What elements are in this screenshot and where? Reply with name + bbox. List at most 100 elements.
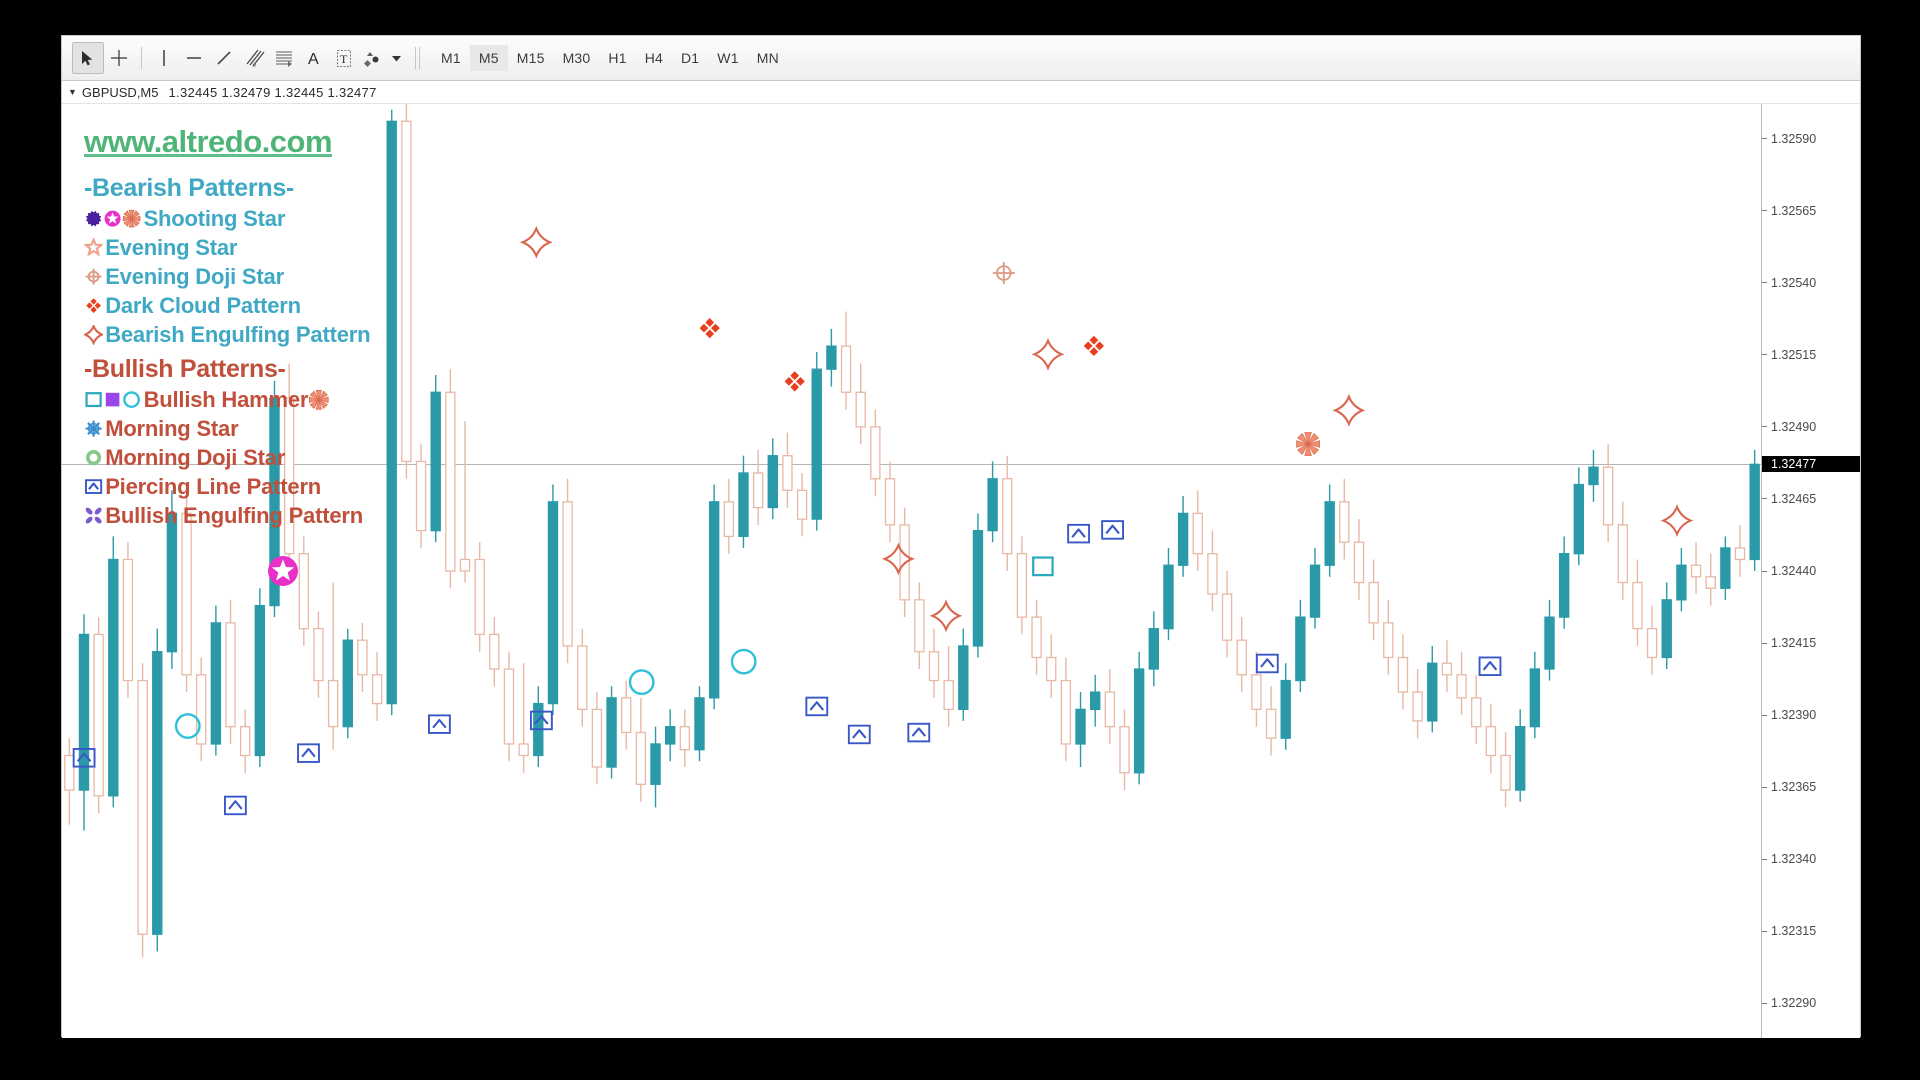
legend-item-shooting-star[interactable]: Shooting Star <box>84 206 285 232</box>
salmon-star-outline-icon <box>84 238 104 257</box>
price-axis-tick: 1.32365 <box>1762 780 1860 794</box>
trendline-tool[interactable] <box>209 43 239 73</box>
fibonacci-tool[interactable] <box>269 43 299 73</box>
text-label-tool[interactable]: T <box>329 43 359 73</box>
equidistant-channel-tool[interactable]: e <box>239 43 269 73</box>
objects-dropdown-arrow[interactable] <box>389 43 403 73</box>
objects-tool[interactable] <box>359 43 389 73</box>
blue-square-chevron-up-icon <box>1255 653 1279 674</box>
salmon-four-point-star-icon <box>84 325 104 345</box>
axis-tick-mark <box>1762 786 1767 788</box>
salmon-starburst-icon <box>1296 432 1320 456</box>
axis-tick-label: 1.32590 <box>1771 131 1817 146</box>
bearish-legend-header: -Bearish Patterns- <box>84 174 294 202</box>
legend-item-dark-cloud-pattern[interactable]: Dark Cloud Pattern <box>84 293 301 319</box>
axis-tick-label: 1.32390 <box>1771 708 1817 723</box>
axis-tick-label: 1.32415 <box>1771 636 1817 651</box>
axis-tick-mark <box>1762 210 1767 212</box>
legend-item-bearish-engulfing-pattern[interactable]: Bearish Engulfing Pattern <box>84 322 371 348</box>
svg-text:e: e <box>253 61 256 69</box>
blue-square-chevron-up-icon <box>847 724 871 745</box>
purple-pinwheel-icon <box>84 506 103 525</box>
purple-spiky-circle-icon <box>84 209 103 228</box>
axis-tick-label: 1.32540 <box>1771 275 1817 290</box>
legend-item-morning-doji-star[interactable]: Morning Doji Star <box>84 445 285 471</box>
legend-item-label: Dark Cloud Pattern <box>105 293 301 318</box>
altredo-banner[interactable]: www.altredo.com <box>84 124 333 160</box>
legend-item-bullish-engulfing-pattern[interactable]: Bullish Engulfing Pattern <box>84 503 363 529</box>
salmon-four-point-star-icon <box>84 325 104 345</box>
salmon-four-point-star-icon <box>1332 393 1366 427</box>
crosshair-icon <box>111 50 127 66</box>
magenta-circle-star-icon <box>268 556 298 586</box>
axis-tick-label: 1.32490 <box>1771 419 1817 434</box>
red-four-diamond-icon <box>84 296 103 315</box>
timeframe-m1[interactable]: M1 <box>432 45 470 71</box>
axis-tick-label: 1.32515 <box>1771 347 1817 362</box>
chart-plot[interactable]: www.altredo.com -Bearish Patterns- Shooti… <box>62 104 1761 1038</box>
purple-filled-square-icon <box>105 393 120 407</box>
legend-item-piercing-line-pattern[interactable]: Piercing Line Pattern <box>84 474 321 500</box>
svg-text:T: T <box>340 52 348 66</box>
timeframe-m30[interactable]: M30 <box>554 45 600 71</box>
blue-square-chevron-up-icon <box>1478 656 1502 677</box>
text-tool[interactable]: A <box>299 43 329 73</box>
axis-tick-label: 1.32315 <box>1771 924 1817 939</box>
red-four-diamond-icon <box>699 318 720 339</box>
vertical-line-icon <box>163 50 165 66</box>
timeframe-mn[interactable]: MN <box>748 45 788 71</box>
red-four-diamond-icon <box>86 298 101 314</box>
horizontal-line-tool[interactable] <box>179 43 209 73</box>
cyan-square-outline-icon <box>84 390 103 409</box>
timeframe-d1[interactable]: D1 <box>672 45 708 71</box>
axis-tick-mark <box>1762 570 1767 572</box>
salmon-starburst-icon <box>309 390 329 410</box>
red-four-diamond-icon <box>784 371 805 392</box>
price-axis-tick: 1.32390 <box>1762 708 1860 722</box>
pattern-marker-layer <box>72 225 1694 816</box>
price-axis-tick: 1.32415 <box>1762 636 1860 650</box>
triangle-down-icon[interactable]: ▼ <box>68 87 77 97</box>
arrow-cursor-icon <box>82 50 93 65</box>
cursor-tool[interactable] <box>72 42 104 74</box>
salmon-starburst-icon <box>122 209 141 228</box>
timeframe-h4[interactable]: H4 <box>636 45 672 71</box>
screen-background: e A T M1 M5 M15 M30 H1 H4 D1 W1 MN ▼ GBP… <box>0 0 1920 1080</box>
axis-tick-mark <box>1762 714 1767 716</box>
legend-item-evening-star[interactable]: Evening Star <box>84 235 237 261</box>
axis-tick-label: 1.32440 <box>1771 564 1817 578</box>
crosshair-tool[interactable] <box>104 43 134 73</box>
vertical-line-tool[interactable] <box>149 43 179 73</box>
salmon-four-point-star-icon <box>929 599 963 633</box>
legend-item-label: Bullish Engulfing Pattern <box>105 503 363 528</box>
purple-pinwheel-icon <box>85 508 102 524</box>
timeframe-m15[interactable]: M15 <box>508 45 554 71</box>
shapes-icon <box>364 52 379 67</box>
cyan-square-outline-icon <box>1032 556 1054 577</box>
legend-item-label: Evening Star <box>105 235 238 260</box>
blue-square-chevron-up-icon <box>297 743 320 763</box>
legend-item-label: Bearish Engulfing Pattern <box>105 322 371 347</box>
legend-item-label: Piercing Line Pattern <box>105 474 322 499</box>
axis-tick-mark <box>1762 858 1767 860</box>
legend-item-bullish-hammer[interactable]: Bullish Hammer <box>84 387 330 413</box>
magenta-circle-star-icon <box>104 211 121 227</box>
cyan-circle-outline-icon <box>123 391 141 409</box>
axis-tick-mark <box>1762 642 1767 644</box>
cyan-circle-outline-icon <box>122 390 141 409</box>
timeframe-w1[interactable]: W1 <box>708 45 747 71</box>
timeframe-m5[interactable]: M5 <box>469 45 508 71</box>
ohlc-values-label: 1.32445 1.32479 1.32445 1.32477 <box>168 84 377 100</box>
purple-spiky-circle-icon <box>85 211 102 227</box>
price-axis[interactable]: 1.32590 1.32565 1.32540 1.32515 1.32490 1.324… <box>1761 104 1860 1038</box>
blue-square-chevron-up-icon <box>529 710 553 731</box>
fibonacci-icon <box>276 51 292 67</box>
blue-square-chevron-up-icon <box>1101 520 1124 540</box>
text-a-icon: A <box>308 51 319 68</box>
timeframe-h1[interactable]: H1 <box>599 45 635 71</box>
cyan-circle-outline-icon <box>628 669 655 696</box>
salmon-four-point-star-icon <box>519 225 553 259</box>
legend-item-morning-star[interactable]: Morning Star <box>84 416 239 442</box>
chart-area: www.altredo.com -Bearish Patterns- Shooti… <box>62 104 1860 1038</box>
legend-item-evening-doji-star[interactable]: Evening Doji Star <box>84 264 284 290</box>
